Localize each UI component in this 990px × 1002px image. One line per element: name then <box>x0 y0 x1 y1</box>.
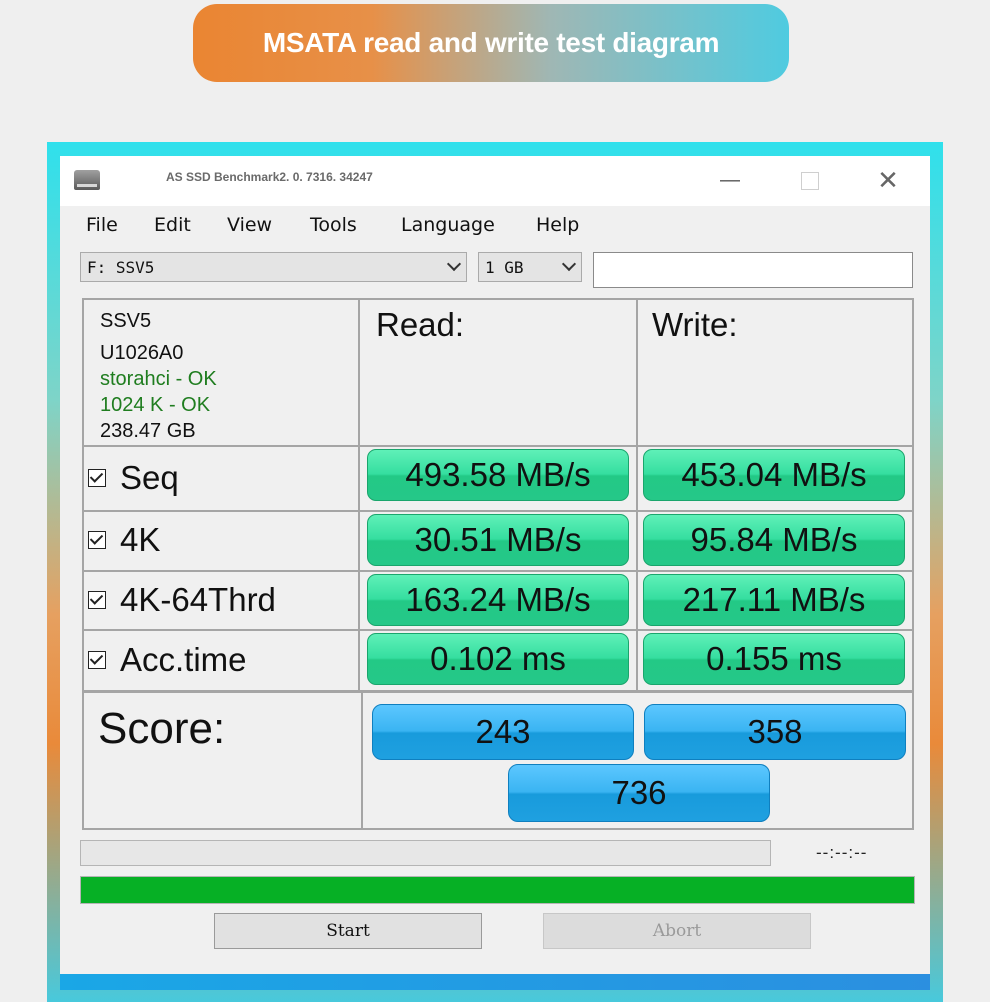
4k64-read-result: 163.24 MB/s <box>367 574 629 626</box>
4k64-checkbox[interactable] <box>88 591 106 609</box>
close-button[interactable]: ✕ <box>868 164 908 196</box>
start-button[interactable]: Start <box>214 913 482 949</box>
test-label: 4K <box>120 521 161 558</box>
banner: MSATA read and write test diagram <box>193 4 789 82</box>
test-label: 4K-64Thrd <box>120 581 276 618</box>
read-header: Read: <box>376 306 465 343</box>
menu-view[interactable]: View <box>227 214 272 236</box>
seq-checkbox[interactable] <box>88 469 106 487</box>
alignment-status: 1024 K - OK <box>100 394 211 416</box>
grid-line <box>636 298 638 690</box>
test-row-acctime: Acc.time <box>88 638 247 682</box>
grid-line <box>82 298 914 300</box>
title-bar: AS SSD Benchmark2. 0. 7316. 34247 — ✕ <box>60 156 930 206</box>
4k64-write-result: 217.11 MB/s <box>643 574 905 626</box>
drive-icon <box>74 170 100 190</box>
drive-select[interactable]: F: SSV5 <box>80 252 467 282</box>
seq-write-result: 453.04 MB/s <box>643 449 905 501</box>
maximize-icon <box>801 172 819 190</box>
4k-write-result: 95.84 MB/s <box>643 514 905 566</box>
elapsed-timer: --:--:-- <box>816 843 868 862</box>
menu-file[interactable]: File <box>86 214 118 236</box>
driver-status: storahci - OK <box>100 368 217 390</box>
4k-read-result: 30.51 MB/s <box>367 514 629 566</box>
grid-line <box>361 693 363 830</box>
device-firmware: U1026A0 <box>100 342 184 364</box>
grid-line <box>82 510 914 512</box>
seq-read-result: 493.58 MB/s <box>367 449 629 501</box>
read-score: 243 <box>372 704 634 760</box>
grid-line <box>82 445 914 447</box>
test-row-seq: Seq <box>88 456 179 500</box>
minimize-button[interactable]: — <box>710 164 750 196</box>
grid-line <box>82 570 914 572</box>
test-row-4k64: 4K-64Thrd <box>88 578 276 622</box>
chevron-down-icon <box>563 259 573 269</box>
menu-help[interactable]: Help <box>536 214 579 236</box>
grid-line <box>82 629 914 631</box>
grid-line <box>82 828 914 830</box>
write-header: Write: <box>652 306 738 343</box>
overall-progress-fill <box>81 877 914 903</box>
acctime-write-result: 0.155 ms <box>643 633 905 685</box>
window-title: AS SSD Benchmark2. 0. 7316. 34247 <box>166 170 373 184</box>
4k-checkbox[interactable] <box>88 531 106 549</box>
test-row-4k: 4K <box>88 518 160 562</box>
device-name: SSV5 <box>100 310 152 332</box>
abort-button[interactable]: Abort <box>543 913 811 949</box>
size-select[interactable]: 1 GB <box>478 252 582 282</box>
grid-line <box>358 298 360 690</box>
grid-line <box>82 690 914 693</box>
size-select-value: 1 GB <box>485 258 524 277</box>
device-capacity: 238.47 GB <box>100 420 196 442</box>
banner-title: MSATA read and write test diagram <box>262 27 720 58</box>
acctime-checkbox[interactable] <box>88 651 106 669</box>
menu-language[interactable]: Language <box>401 214 495 236</box>
maximize-button[interactable] <box>790 164 830 196</box>
app-window: AS SSD Benchmark2. 0. 7316. 34247 — ✕ Fi… <box>60 156 930 990</box>
grid-line <box>82 298 84 830</box>
current-progress-bar <box>80 840 771 866</box>
bottom-strip <box>60 974 930 990</box>
menu-edit[interactable]: Edit <box>154 214 191 236</box>
acctime-read-result: 0.102 ms <box>367 633 629 685</box>
chevron-down-icon <box>448 259 458 269</box>
drive-select-value: F: SSV5 <box>87 258 155 277</box>
menu-tools[interactable]: Tools <box>310 214 357 236</box>
overall-progress-bar <box>80 876 915 904</box>
test-label: Seq <box>120 459 179 496</box>
grid-line <box>912 298 914 830</box>
test-label: Acc.time <box>120 641 247 678</box>
score-label: Score: <box>98 704 226 753</box>
text-field[interactable] <box>593 252 913 288</box>
total-score: 736 <box>508 764 770 822</box>
write-score: 358 <box>644 704 906 760</box>
